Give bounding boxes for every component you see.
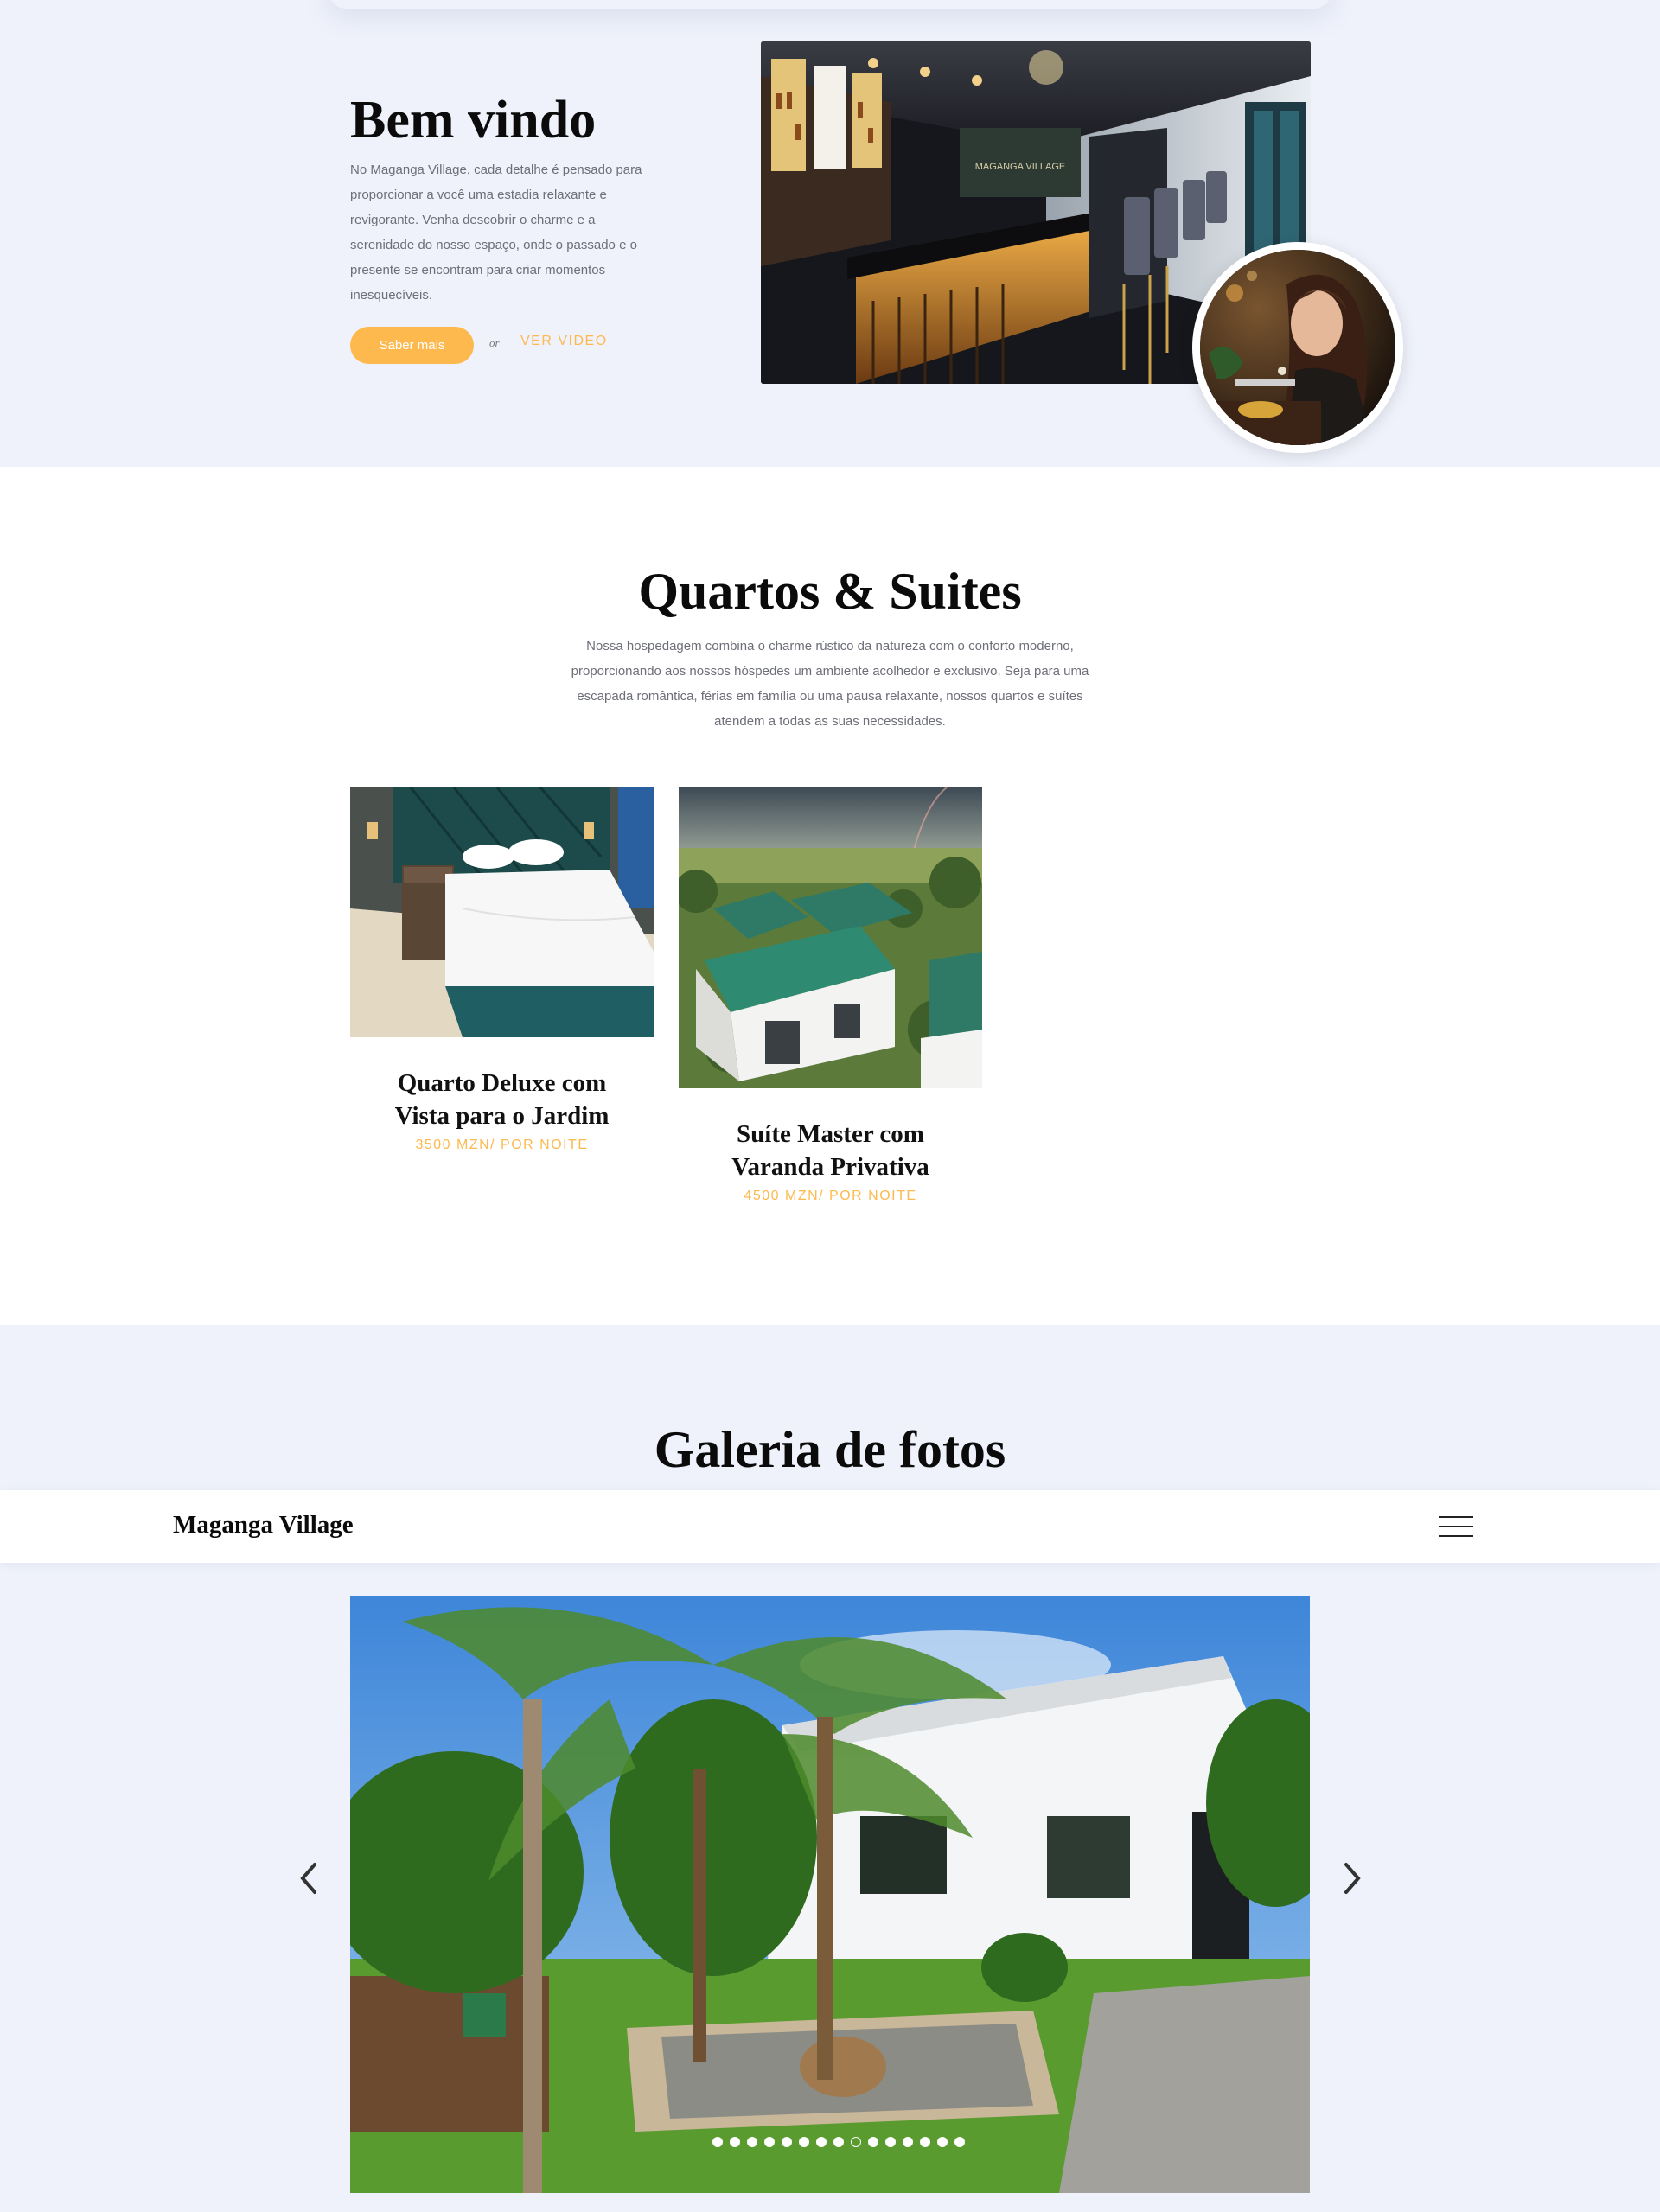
saber-mais-button[interactable]: Saber mais [350,327,474,364]
gallery-dot[interactable] [816,2137,827,2147]
gallery-dot[interactable] [799,2137,809,2147]
gallery-slide-photo[interactable] [350,1596,1310,2193]
room-photo-suite[interactable] [679,787,982,1088]
bar-sign-text: MAGANGA VILLAGE [975,162,1066,172]
gallery-dot[interactable] [868,2137,878,2147]
navbar: Maganga Village [0,1490,1660,1563]
gallery-dot[interactable] [903,2137,913,2147]
room-photo-deluxe[interactable] [350,787,654,1037]
gallery-section: Galeria de fotos [0,1325,1660,2212]
gallery-title: Galeria de fotos [654,1421,1006,1478]
room-card-deluxe[interactable]: Quarto Deluxe com Vista para o Jardim 35… [350,787,654,1153]
rooms-title: Quartos & Suites [638,563,1022,620]
brand-logo[interactable]: Maganga Village [173,1511,354,1539]
welcome-description: No Maganga Village, cada detalhe é pensa… [350,163,642,303]
gallery-dot[interactable] [747,2137,757,2147]
gallery-next-button[interactable] [1336,1857,1370,1900]
gallery-pagination [712,2137,965,2147]
rooms-section: Quartos & Suites Nossa hospedagem combin… [0,467,1660,1325]
room-price-deluxe: 3500 MZN/ POR NOITE [415,1138,589,1152]
gallery-dot[interactable] [712,2137,723,2147]
gallery-dot[interactable] [833,2137,844,2147]
gallery-dot[interactable] [920,2137,930,2147]
guest-dining-photo [1192,242,1403,453]
gallery-dot[interactable] [954,2137,965,2147]
room-card-suite[interactable]: Suíte Master com Varanda Privativa 4500 … [679,787,982,1204]
gallery-dot[interactable] [851,2137,861,2147]
chevron-left-icon [300,1863,316,1894]
room-name-suite[interactable]: Suíte Master com Varanda Privativa [679,1118,982,1183]
room-price-suite: 4500 MZN/ POR NOITE [744,1189,917,1203]
gallery-dot[interactable] [782,2137,792,2147]
chevron-right-icon [1344,1863,1361,1894]
gallery-dot[interactable] [764,2137,775,2147]
gallery-dot[interactable] [937,2137,948,2147]
gallery-dot[interactable] [885,2137,896,2147]
gallery-prev-button[interactable] [290,1857,325,1900]
welcome-section: Bem vindo No Maganga Village, cada detal… [0,0,1660,467]
gallery-dot[interactable] [730,2137,740,2147]
ver-video-link[interactable]: VER VIDEO [520,334,608,349]
menu-hamburger-icon[interactable] [1439,1516,1473,1537]
top-header-shadow [329,0,1331,9]
rooms-description: Nossa hospedagem combina o charme rústic… [571,639,1089,729]
or-label: or [489,336,500,349]
welcome-title: Bem vindo [350,91,597,150]
room-name-deluxe[interactable]: Quarto Deluxe com Vista para o Jardim [350,1067,654,1132]
